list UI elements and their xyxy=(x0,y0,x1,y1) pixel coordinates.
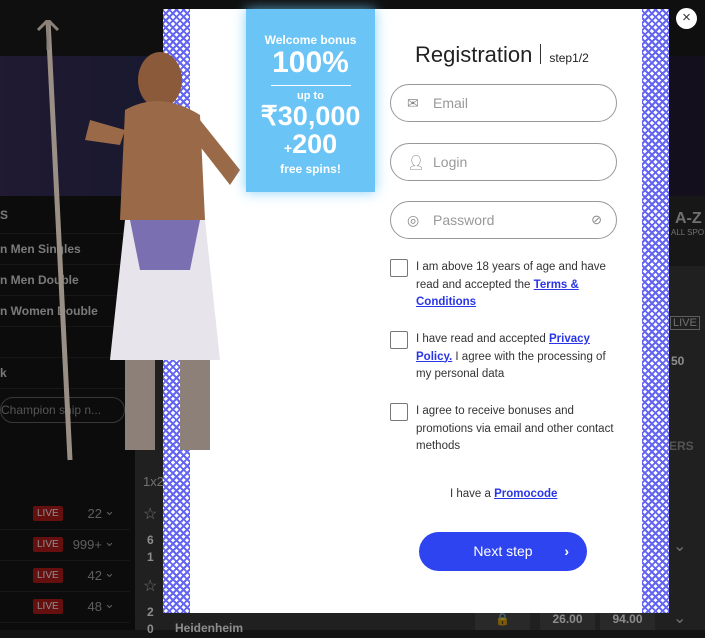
login-field[interactable]: 👤︎ xyxy=(390,143,617,181)
count: 42 xyxy=(87,568,102,583)
count: 22 xyxy=(87,506,102,521)
count: 48 xyxy=(87,599,102,614)
fingerprint-icon: ◎ xyxy=(407,212,420,228)
star-icon[interactable]: ☆ xyxy=(143,504,157,524)
live-badge: LIVE xyxy=(33,506,63,521)
envelope-icon: ✉ xyxy=(407,95,419,111)
divider xyxy=(270,85,351,86)
marketing-label: I agree to receive bonuses and promotion… xyxy=(416,405,614,452)
password-input[interactable] xyxy=(433,202,583,238)
live-tag: LIVE xyxy=(670,316,700,330)
promocode-link[interactable]: Promocode xyxy=(494,488,557,500)
chevron-down-icon[interactable]: ⌄ xyxy=(104,596,115,612)
bonus-percent: 100% xyxy=(272,46,349,79)
tab-partial[interactable]: ERS xyxy=(669,439,694,453)
privacy-checkbox[interactable] xyxy=(390,331,408,349)
welcome-bonus-banner: Welcome bonus 100% up to ₹30,000 +200 fr… xyxy=(246,9,375,192)
live-badge: LIVE xyxy=(33,568,63,583)
live-row[interactable]: LIVE 999+ ⌄ xyxy=(0,530,130,561)
chevron-down-icon[interactable]: ⌄ xyxy=(104,565,115,581)
bonus-spins-label: free spins! xyxy=(280,162,341,176)
chevron-down-icon[interactable]: ⌄ xyxy=(673,536,686,556)
close-icon[interactable]: × xyxy=(676,8,697,29)
chevron-down-icon[interactable]: ⌄ xyxy=(673,608,686,628)
live-badge: LIVE xyxy=(33,537,63,552)
email-field[interactable]: ✉ xyxy=(390,84,617,122)
marketing-checkbox[interactable] xyxy=(390,403,408,421)
user-icon: 👤︎ xyxy=(407,154,425,170)
next-step-button[interactable]: Next step › xyxy=(419,532,587,571)
bonus-amount: ₹30,000 xyxy=(260,101,361,131)
promocode-row: I have a Promocode xyxy=(450,488,558,500)
odd-partial[interactable]: 50 xyxy=(671,354,684,368)
chevron-down-icon[interactable]: ⌄ xyxy=(104,534,115,550)
meander-border-right xyxy=(642,9,669,613)
team-name: Heidenheim xyxy=(175,621,244,635)
live-row[interactable]: LIVE 42 ⌄ xyxy=(0,561,130,592)
all-sports-label: ALL SPO xyxy=(671,228,705,237)
all-sports-tab[interactable]: A-Z ALL SPO xyxy=(669,196,705,266)
login-input[interactable] xyxy=(433,144,583,180)
poseidon-character-illustration xyxy=(36,20,240,461)
page-title: Registration step1/2 xyxy=(415,42,589,67)
live-badge: LIVE xyxy=(33,599,63,614)
password-field[interactable]: ◎ ⊘ xyxy=(390,201,617,239)
score: 61 xyxy=(147,533,154,564)
age-terms-checkbox[interactable] xyxy=(390,259,408,277)
step-indicator: step1/2 xyxy=(549,51,589,65)
eye-slash-icon[interactable]: ⊘ xyxy=(591,202,602,238)
market-label: 1x2 xyxy=(143,474,164,489)
chevron-right-icon: › xyxy=(564,543,569,559)
live-row[interactable]: LIVE 48 ⌄ xyxy=(0,592,130,623)
score: 20 xyxy=(147,605,154,636)
az-icon: A-Z xyxy=(675,210,702,227)
privacy-label: I have read and accepted Privacy Policy.… xyxy=(416,333,606,380)
bonus-spins: +200 xyxy=(283,129,338,159)
bonus-title: Welcome bonus xyxy=(264,33,357,47)
age-terms-label: I am above 18 years of age and have read… xyxy=(416,261,606,308)
live-row[interactable]: LIVE 22 ⌄ xyxy=(0,499,130,530)
count: 999+ xyxy=(72,537,102,552)
chevron-down-icon[interactable]: ⌄ xyxy=(104,503,115,519)
star-icon[interactable]: ☆ xyxy=(143,576,157,596)
email-input[interactable] xyxy=(433,85,583,121)
